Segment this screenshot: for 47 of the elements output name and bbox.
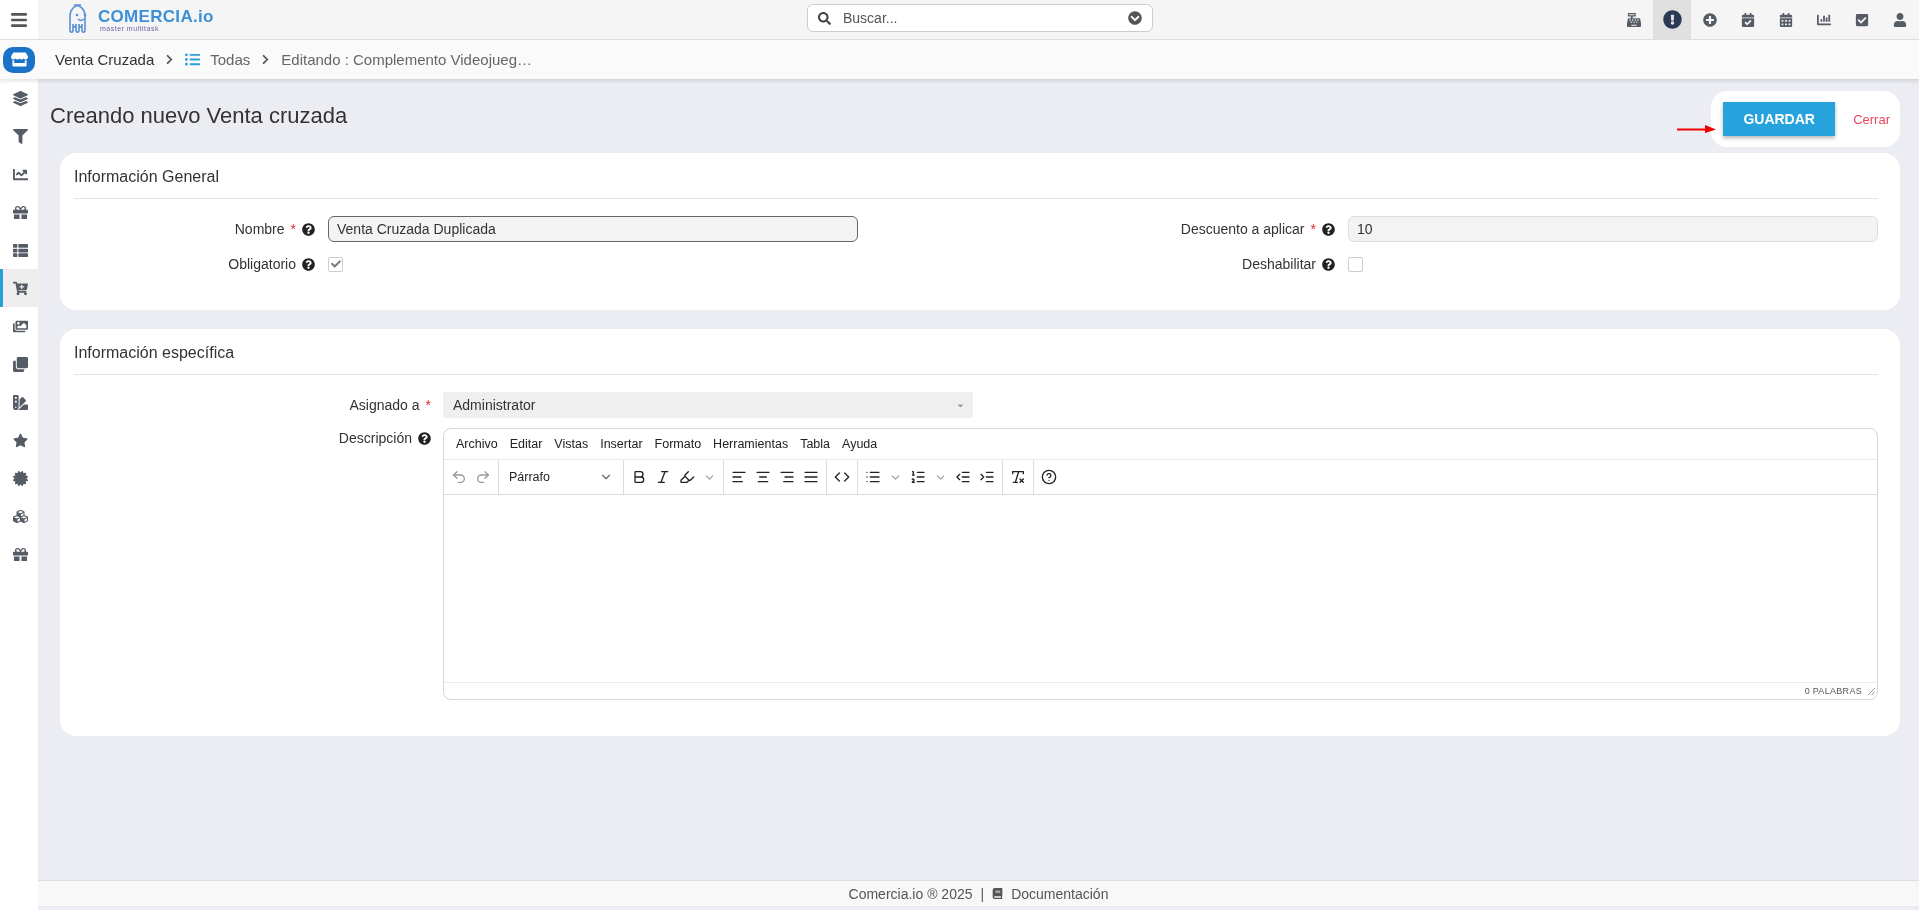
search-field[interactable]: Buscar...	[841, 9, 1118, 27]
breadcrumb-link[interactable]: Todas	[210, 51, 251, 68]
required-mark: *	[290, 221, 296, 237]
select-field[interactable]: Administrator	[443, 392, 973, 418]
menu-item[interactable]: Vistas	[548, 437, 595, 451]
section-title: Información General	[74, 153, 1878, 199]
dropdown-icon[interactable]	[1128, 11, 1142, 25]
field-label: Obligatorio	[228, 256, 296, 272]
arrow-icon	[1677, 124, 1717, 134]
section-title: Información específica	[74, 329, 1878, 375]
store-icon[interactable]	[3, 46, 35, 73]
menu-item[interactable]: Archivo	[450, 437, 504, 451]
search-icon	[818, 11, 831, 25]
text-field[interactable]: Venta Cruzada Duplicada	[328, 216, 858, 242]
word-count: 0 PALABRAS	[1804, 686, 1862, 696]
breadcrumb-link[interactable]: Editando : Complemento Videojueg…	[281, 51, 532, 68]
field-label: Asignado a	[349, 397, 420, 413]
search-bar[interactable]: Buscar...	[807, 4, 1153, 32]
breadcrumb-link[interactable]: Venta Cruzada	[45, 51, 155, 68]
menu-item[interactable]: Ayuda	[836, 437, 884, 451]
brand-name: COMERCIA.io	[98, 7, 214, 25]
copyright-text: Comercia.io ® 2025	[848, 885, 973, 902]
separator-text: |	[980, 885, 985, 902]
page-title: Creando nuevo Venta cruzada	[50, 103, 348, 129]
menu-item[interactable]: Editar	[503, 437, 549, 451]
list-icon	[185, 52, 201, 67]
field-label: Nombre	[234, 221, 285, 237]
field-label: Descripción	[338, 430, 412, 446]
resize-handle-icon[interactable]	[1868, 687, 1875, 695]
required-mark: *	[1310, 221, 1316, 237]
field-label: Descuento a aplicar	[1180, 221, 1305, 237]
documentation-link[interactable]: Documentación	[1011, 885, 1109, 902]
menu-item[interactable]: Herramientas	[707, 437, 795, 451]
checkbox[interactable]	[328, 256, 343, 272]
close-link[interactable]: Cerrar	[1853, 111, 1890, 127]
alert-icon[interactable]	[1653, 0, 1691, 39]
menu-item[interactable]: Formato	[648, 437, 708, 451]
menu-item[interactable]: Tabla	[794, 437, 837, 451]
cart-icon[interactable]	[0, 269, 38, 307]
checkbox[interactable]	[1348, 256, 1363, 272]
book-icon	[992, 888, 1004, 899]
menu-icon	[10, 10, 28, 29]
format-dropdown[interactable]: Párrafo	[503, 470, 619, 484]
menu-button[interactable]	[0, 0, 38, 39]
field-label: Deshabilitar	[1242, 256, 1316, 272]
required-mark: *	[425, 397, 431, 413]
menu-item[interactable]: Insertar	[594, 437, 649, 451]
